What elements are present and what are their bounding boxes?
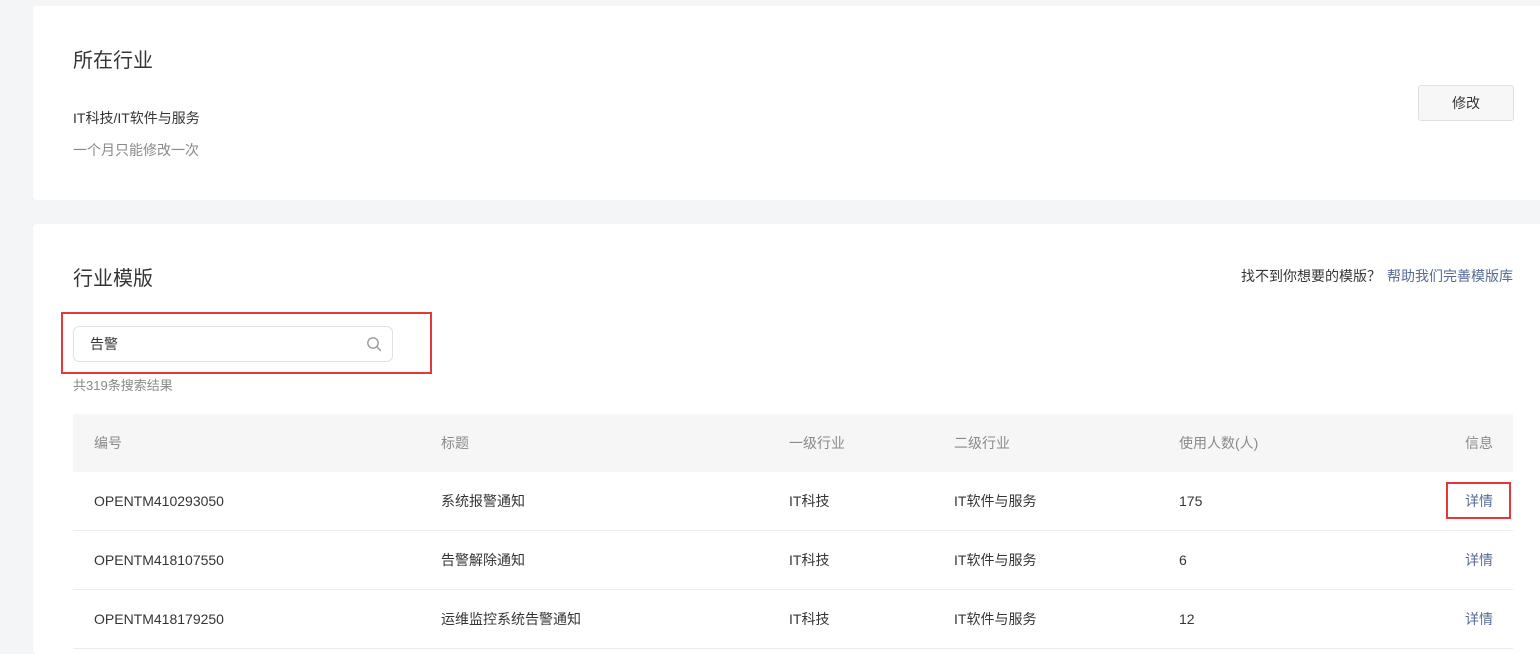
search-input[interactable] <box>90 327 350 361</box>
row-title: 告警解除通知 <box>441 552 525 568</box>
help-question: 找不到你想要的模版？ <box>1241 268 1381 284</box>
industry-card: 所在行业 IT科技/IT软件与服务 一个月只能修改一次 修改 <box>33 6 1540 200</box>
search-box[interactable] <box>73 326 393 362</box>
industry-title: 所在行业 <box>73 50 153 72</box>
table-row: OPENTM418179250 运维监控系统告警通知 IT科技 IT软件与服务 … <box>73 590 1513 649</box>
search-icon[interactable] <box>366 336 382 352</box>
row-level1: IT科技 <box>789 493 830 509</box>
row-users: 12 <box>1179 611 1195 627</box>
help-link[interactable]: 帮助我们完善模版库 <box>1387 268 1513 284</box>
row-users: 6 <box>1179 552 1187 568</box>
row-id: OPENTM410293050 <box>94 493 224 509</box>
row-level1: IT科技 <box>789 552 830 568</box>
detail-link[interactable]: 详情 <box>1465 531 1493 589</box>
table-header: 编号 标题 一级行业 二级行业 使用人数(人) 信息 <box>73 414 1513 472</box>
header-title: 标题 <box>441 435 469 451</box>
industry-hint: 一个月只能修改一次 <box>73 142 199 158</box>
row-users: 175 <box>1179 493 1203 509</box>
table-row: OPENTM410293050 系统报警通知 IT科技 IT软件与服务 175 … <box>73 472 1513 531</box>
header-level2: 二级行业 <box>954 435 1010 451</box>
header-users: 使用人数(人) <box>1179 435 1259 451</box>
header-level1: 一级行业 <box>789 435 845 451</box>
row-level1: IT科技 <box>789 611 830 627</box>
templates-card: 行业模版 找不到你想要的模版？ 帮助我们完善模版库 共319条搜索结果 编号 标题… <box>33 224 1540 654</box>
row-title: 运维监控系统告警通知 <box>441 611 581 627</box>
row-id: OPENTM418107550 <box>94 552 224 568</box>
table-row: OPENTM418107550 告警解除通知 IT科技 IT软件与服务 6 详情 <box>73 531 1513 590</box>
row-title: 系统报警通知 <box>441 493 525 509</box>
industry-value: IT科技/IT软件与服务 <box>73 110 200 126</box>
templates-title: 行业模版 <box>73 268 153 290</box>
templates-table: 编号 标题 一级行业 二级行业 使用人数(人) 信息 OPENTM4102930… <box>73 414 1513 649</box>
detail-link[interactable]: 详情 <box>1465 590 1493 648</box>
row-level2: IT软件与服务 <box>954 493 1037 509</box>
header-info: 信息 <box>1465 435 1493 451</box>
detail-link[interactable]: 详情 <box>1465 472 1493 530</box>
header-id: 编号 <box>94 435 122 451</box>
result-count: 共319条搜索结果 <box>73 378 173 393</box>
row-id: OPENTM418179250 <box>94 611 224 627</box>
row-level2: IT软件与服务 <box>954 552 1037 568</box>
help-area: 找不到你想要的模版？ 帮助我们完善模版库 <box>1241 266 1513 286</box>
row-level2: IT软件与服务 <box>954 611 1037 627</box>
modify-button[interactable]: 修改 <box>1418 85 1514 121</box>
